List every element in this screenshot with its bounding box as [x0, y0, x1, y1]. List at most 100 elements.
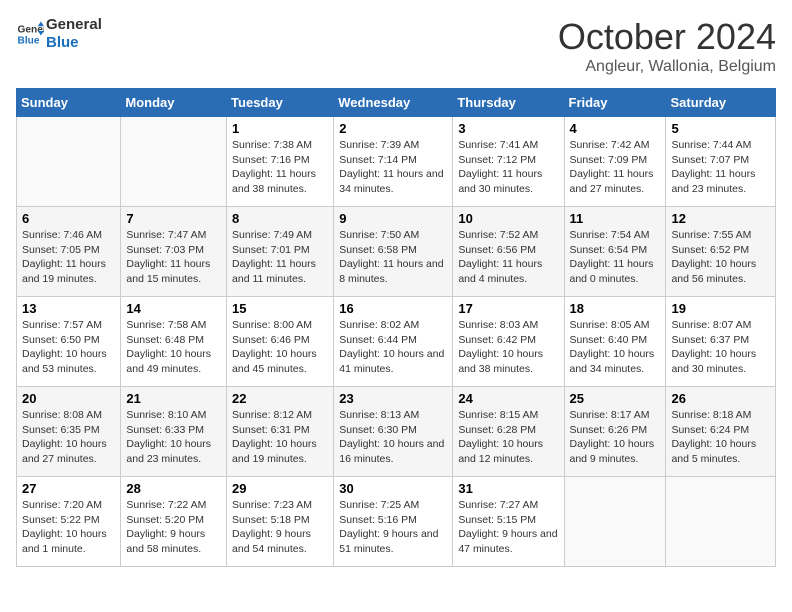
- day-number: 24: [458, 391, 558, 406]
- calendar-week-5: 27Sunrise: 7:20 AM Sunset: 5:22 PM Dayli…: [17, 477, 776, 567]
- calendar-cell: 23 Sunrise: 8:13 AM Sunset: 6:30 PM Dayli…: [334, 387, 453, 477]
- calendar-cell: 25 Sunrise: 8:17 AM Sunset: 6:26 PM Dayli…: [564, 387, 666, 477]
- day-number: 8: [232, 211, 328, 226]
- day-number: 11: [570, 211, 661, 226]
- weekday-header-row: SundayMondayTuesdayWednesdayThursdayFrid…: [17, 89, 776, 117]
- calendar-cell: 21 Sunrise: 8:10 AM Sunset: 6:33 PM Dayli…: [121, 387, 227, 477]
- calendar-table: SundayMondayTuesdayWednesdayThursdayFrid…: [16, 88, 776, 567]
- day-info: Sunrise: 7:55 AM Sunset: 6:52 PM Dayligh…: [671, 228, 770, 287]
- logo: General Blue General Blue: [16, 16, 102, 52]
- day-info: Sunrise: 7:58 AM Sunset: 6:48 PM Dayligh…: [126, 318, 221, 377]
- calendar-cell: 20Sunrise: 8:08 AM Sunset: 6:35 PM Dayli…: [17, 387, 121, 477]
- page-header: General Blue General Blue October 2024 A…: [16, 16, 776, 76]
- day-number: 2: [339, 121, 447, 136]
- day-info: Sunrise: 7:50 AM Sunset: 6:58 PM Dayligh…: [339, 228, 447, 287]
- day-info: Sunrise: 7:42 AM Sunset: 7:09 PM Dayligh…: [570, 138, 661, 197]
- day-info: Sunrise: 7:52 AM Sunset: 6:56 PM Dayligh…: [458, 228, 558, 287]
- weekday-header-tuesday: Tuesday: [227, 89, 334, 117]
- day-number: 14: [126, 301, 221, 316]
- day-info: Sunrise: 7:23 AM Sunset: 5:18 PM Dayligh…: [232, 498, 328, 557]
- day-info: Sunrise: 7:22 AM Sunset: 5:20 PM Dayligh…: [126, 498, 221, 557]
- calendar-cell: 29Sunrise: 7:23 AM Sunset: 5:18 PM Dayli…: [227, 477, 334, 567]
- day-info: Sunrise: 8:00 AM Sunset: 6:46 PM Dayligh…: [232, 318, 328, 377]
- day-info: Sunrise: 8:10 AM Sunset: 6:33 PM Dayligh…: [126, 408, 221, 467]
- calendar-cell: 10 Sunrise: 7:52 AM Sunset: 6:56 PM Dayli…: [453, 207, 564, 297]
- day-number: 21: [126, 391, 221, 406]
- day-number: 10: [458, 211, 558, 226]
- calendar-week-4: 20Sunrise: 8:08 AM Sunset: 6:35 PM Dayli…: [17, 387, 776, 477]
- day-number: 4: [570, 121, 661, 136]
- weekday-header-saturday: Saturday: [666, 89, 776, 117]
- calendar-cell: 24Sunrise: 8:15 AM Sunset: 6:28 PM Dayli…: [453, 387, 564, 477]
- title-block: October 2024 Angleur, Wallonia, Belgium: [558, 16, 776, 76]
- day-number: 1: [232, 121, 328, 136]
- day-info: Sunrise: 7:25 AM Sunset: 5:16 PM Dayligh…: [339, 498, 447, 557]
- day-number: 27: [22, 481, 115, 496]
- day-number: 16: [339, 301, 447, 316]
- day-info: Sunrise: 8:17 AM Sunset: 6:26 PM Dayligh…: [570, 408, 661, 467]
- day-info: Sunrise: 8:05 AM Sunset: 6:40 PM Dayligh…: [570, 318, 661, 377]
- logo-icon: General Blue: [16, 20, 44, 48]
- calendar-cell: [17, 117, 121, 207]
- calendar-cell: 3 Sunrise: 7:41 AM Sunset: 7:12 PM Daylig…: [453, 117, 564, 207]
- calendar-week-2: 6 Sunrise: 7:46 AM Sunset: 7:05 PM Daylig…: [17, 207, 776, 297]
- logo-line1: General: [46, 16, 102, 34]
- day-number: 6: [22, 211, 115, 226]
- day-number: 23: [339, 391, 447, 406]
- calendar-cell: 19 Sunrise: 8:07 AM Sunset: 6:37 PM Dayli…: [666, 297, 776, 387]
- day-number: 19: [671, 301, 770, 316]
- day-info: Sunrise: 8:07 AM Sunset: 6:37 PM Dayligh…: [671, 318, 770, 377]
- calendar-cell: 4 Sunrise: 7:42 AM Sunset: 7:09 PM Daylig…: [564, 117, 666, 207]
- calendar-cell: 27Sunrise: 7:20 AM Sunset: 5:22 PM Dayli…: [17, 477, 121, 567]
- day-number: 26: [671, 391, 770, 406]
- day-number: 13: [22, 301, 115, 316]
- calendar-cell: 14 Sunrise: 7:58 AM Sunset: 6:48 PM Dayli…: [121, 297, 227, 387]
- calendar-week-1: 1Sunrise: 7:38 AM Sunset: 7:16 PM Daylig…: [17, 117, 776, 207]
- calendar-cell: 6 Sunrise: 7:46 AM Sunset: 7:05 PM Daylig…: [17, 207, 121, 297]
- calendar-cell: 18 Sunrise: 8:05 AM Sunset: 6:40 PM Dayli…: [564, 297, 666, 387]
- day-number: 15: [232, 301, 328, 316]
- weekday-header-thursday: Thursday: [453, 89, 564, 117]
- day-number: 17: [458, 301, 558, 316]
- calendar-cell: 28 Sunrise: 7:22 AM Sunset: 5:20 PM Dayli…: [121, 477, 227, 567]
- day-info: Sunrise: 7:47 AM Sunset: 7:03 PM Dayligh…: [126, 228, 221, 287]
- day-number: 28: [126, 481, 221, 496]
- day-info: Sunrise: 8:03 AM Sunset: 6:42 PM Dayligh…: [458, 318, 558, 377]
- day-info: Sunrise: 7:41 AM Sunset: 7:12 PM Dayligh…: [458, 138, 558, 197]
- day-number: 20: [22, 391, 115, 406]
- logo-line2: Blue: [46, 34, 102, 52]
- month-title: October 2024: [558, 16, 776, 58]
- calendar-cell: 15 Sunrise: 8:00 AM Sunset: 6:46 PM Dayli…: [227, 297, 334, 387]
- day-info: Sunrise: 7:46 AM Sunset: 7:05 PM Dayligh…: [22, 228, 115, 287]
- calendar-cell: 26 Sunrise: 8:18 AM Sunset: 6:24 PM Dayli…: [666, 387, 776, 477]
- day-number: 9: [339, 211, 447, 226]
- day-info: Sunrise: 8:12 AM Sunset: 6:31 PM Dayligh…: [232, 408, 328, 467]
- calendar-cell: 9 Sunrise: 7:50 AM Sunset: 6:58 PM Daylig…: [334, 207, 453, 297]
- day-info: Sunrise: 7:54 AM Sunset: 6:54 PM Dayligh…: [570, 228, 661, 287]
- calendar-cell: 5Sunrise: 7:44 AM Sunset: 7:07 PM Daylig…: [666, 117, 776, 207]
- day-info: Sunrise: 7:57 AM Sunset: 6:50 PM Dayligh…: [22, 318, 115, 377]
- calendar-cell: 30Sunrise: 7:25 AM Sunset: 5:16 PM Dayli…: [334, 477, 453, 567]
- day-number: 22: [232, 391, 328, 406]
- calendar-cell: 2Sunrise: 7:39 AM Sunset: 7:14 PM Daylig…: [334, 117, 453, 207]
- day-number: 18: [570, 301, 661, 316]
- day-number: 7: [126, 211, 221, 226]
- weekday-header-friday: Friday: [564, 89, 666, 117]
- location-subtitle: Angleur, Wallonia, Belgium: [558, 58, 776, 76]
- weekday-header-monday: Monday: [121, 89, 227, 117]
- day-number: 5: [671, 121, 770, 136]
- calendar-cell: [564, 477, 666, 567]
- calendar-cell: 17 Sunrise: 8:03 AM Sunset: 6:42 PM Dayli…: [453, 297, 564, 387]
- day-info: Sunrise: 7:49 AM Sunset: 7:01 PM Dayligh…: [232, 228, 328, 287]
- calendar-cell: 11 Sunrise: 7:54 AM Sunset: 6:54 PM Dayli…: [564, 207, 666, 297]
- day-info: Sunrise: 8:13 AM Sunset: 6:30 PM Dayligh…: [339, 408, 447, 467]
- day-info: Sunrise: 7:27 AM Sunset: 5:15 PM Dayligh…: [458, 498, 558, 557]
- day-info: Sunrise: 8:02 AM Sunset: 6:44 PM Dayligh…: [339, 318, 447, 377]
- day-number: 25: [570, 391, 661, 406]
- day-number: 31: [458, 481, 558, 496]
- calendar-cell: 22 Sunrise: 8:12 AM Sunset: 6:31 PM Dayli…: [227, 387, 334, 477]
- day-info: Sunrise: 8:18 AM Sunset: 6:24 PM Dayligh…: [671, 408, 770, 467]
- calendar-cell: 16 Sunrise: 8:02 AM Sunset: 6:44 PM Dayli…: [334, 297, 453, 387]
- weekday-header-wednesday: Wednesday: [334, 89, 453, 117]
- day-number: 3: [458, 121, 558, 136]
